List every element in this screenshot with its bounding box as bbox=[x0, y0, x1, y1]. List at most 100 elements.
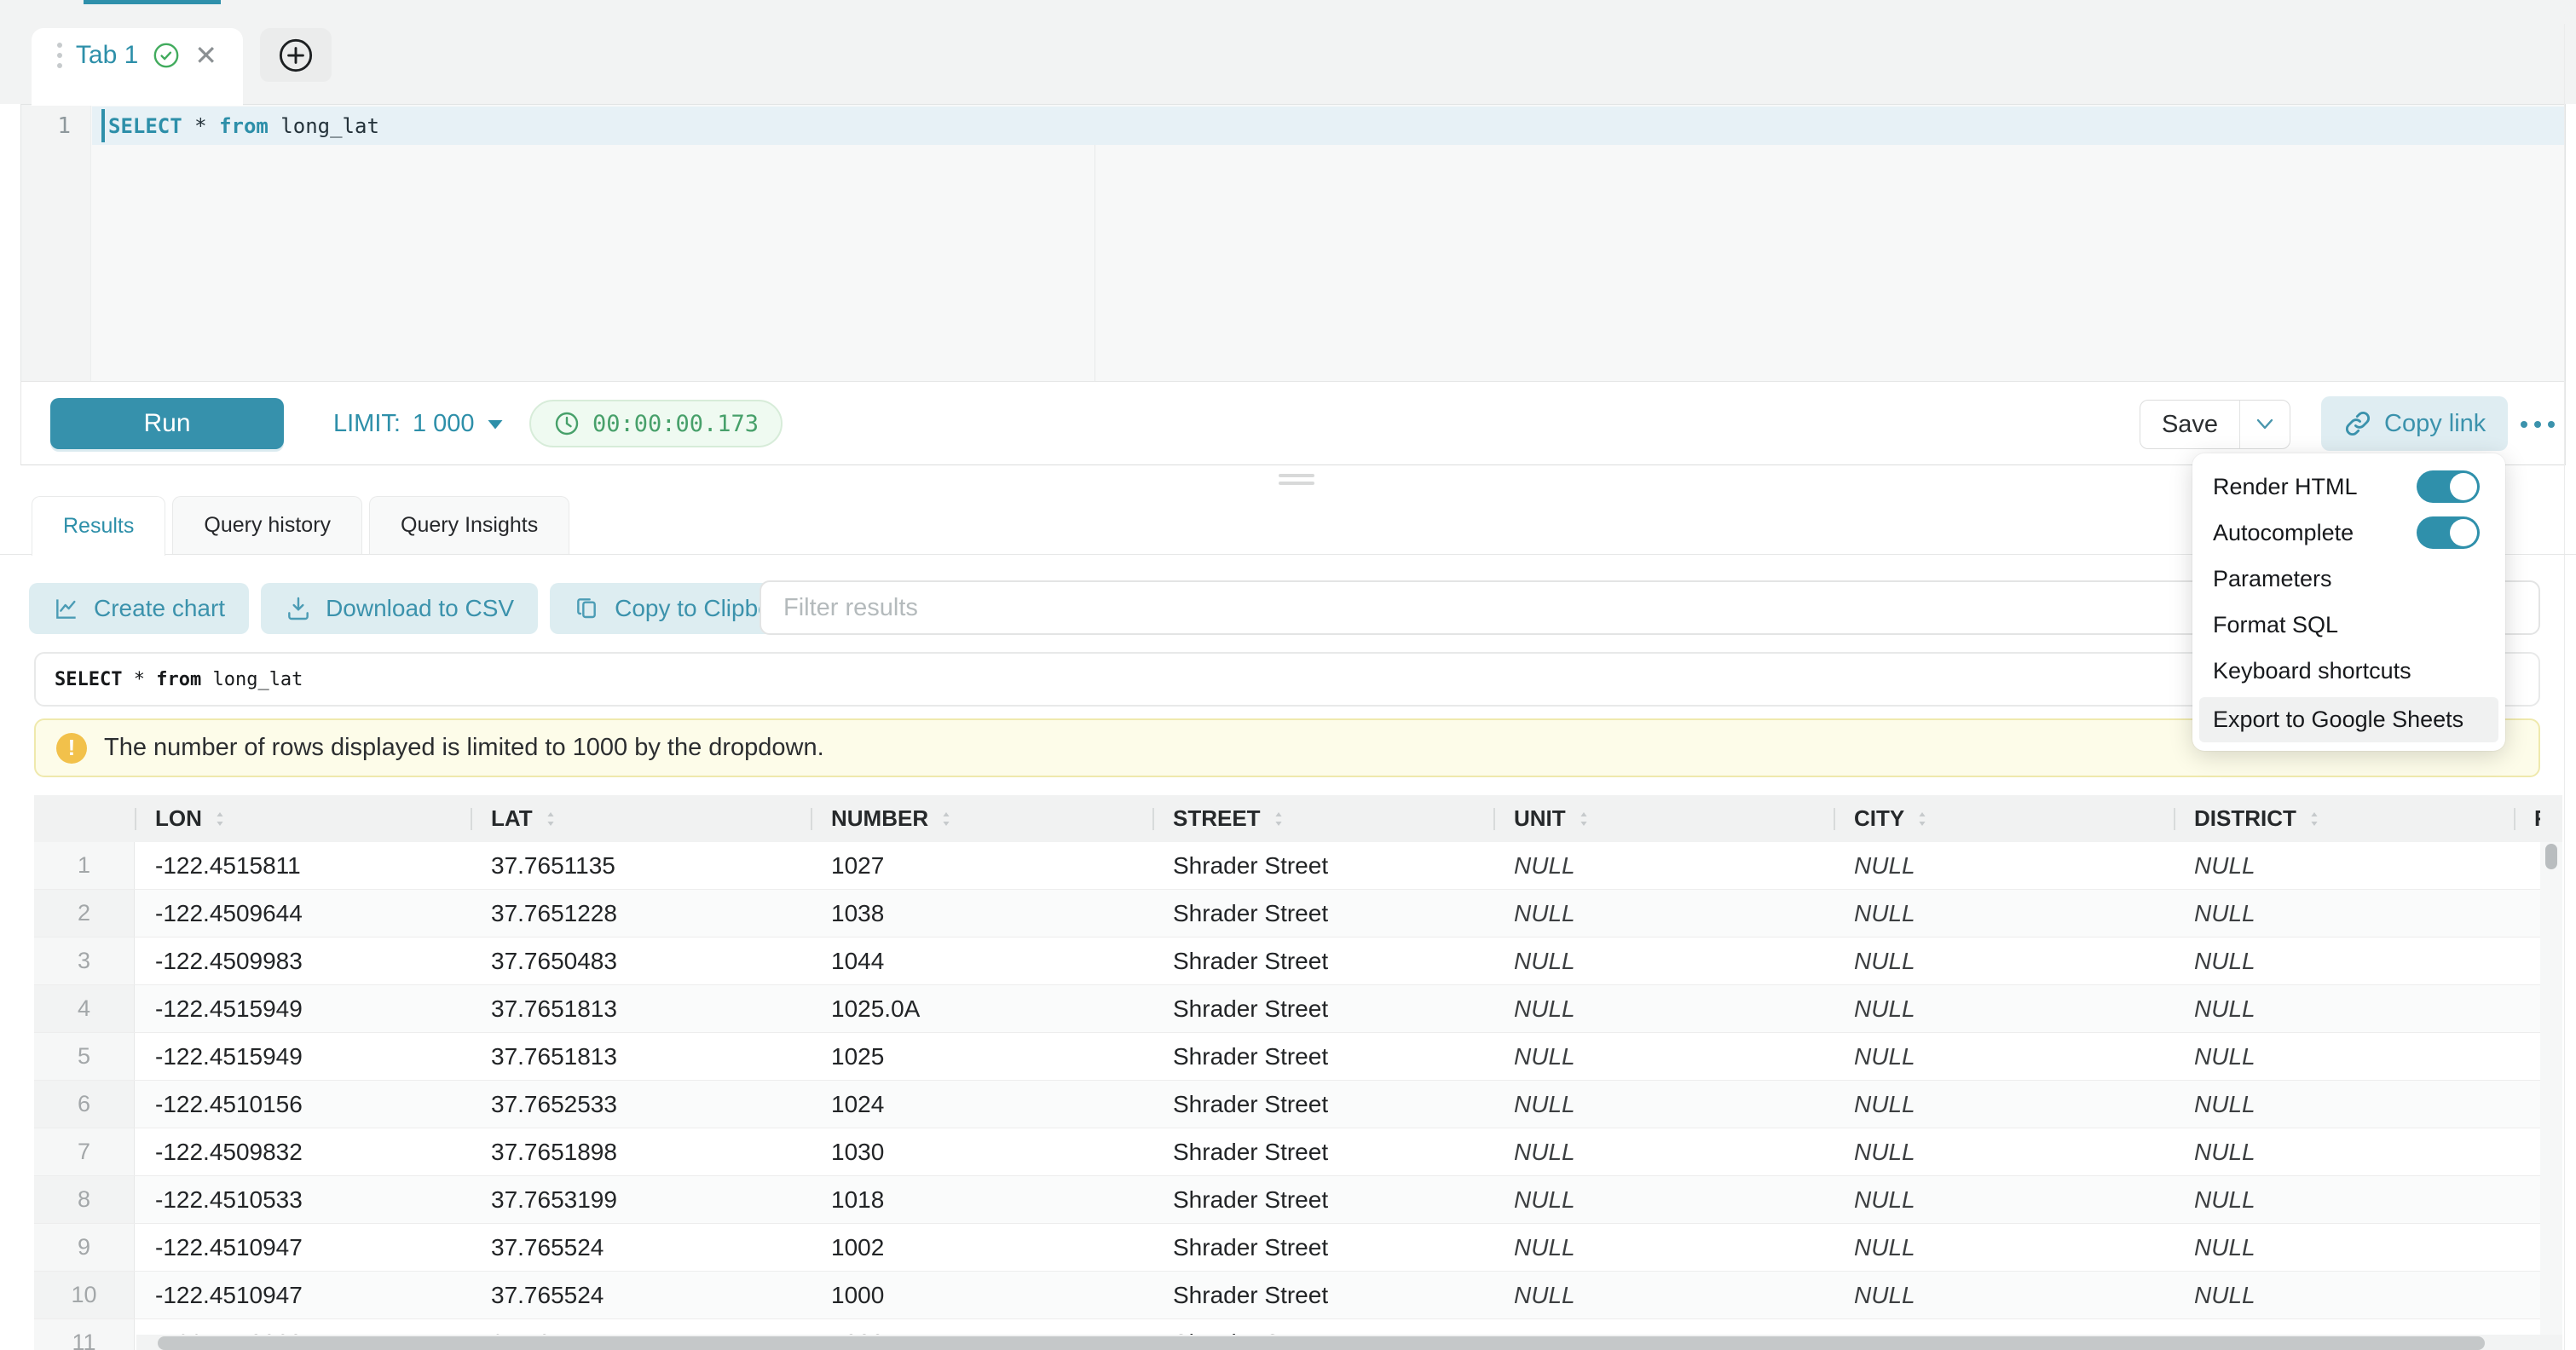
cell: NULL bbox=[2174, 985, 2514, 1032]
cell: NULL bbox=[1493, 1081, 1834, 1128]
cell: -122.4515949 bbox=[135, 1033, 471, 1080]
menu-item-render-html[interactable]: Render HTML bbox=[2199, 464, 2498, 510]
column-header-street[interactable]: STREET bbox=[1152, 795, 1493, 842]
run-button[interactable]: Run bbox=[50, 398, 284, 449]
cell bbox=[2514, 1033, 2540, 1080]
column-separator bbox=[2514, 808, 2515, 830]
save-button[interactable]: Save bbox=[2140, 401, 2239, 448]
ellipsis-icon bbox=[2521, 421, 2555, 428]
tab-drag-handle-icon[interactable] bbox=[57, 43, 62, 68]
sql-keyword: SELECT bbox=[55, 669, 122, 690]
menu-item-parameters[interactable]: Parameters bbox=[2199, 556, 2498, 602]
more-options-button[interactable] bbox=[2509, 406, 2567, 443]
sql-editor[interactable]: 1 SELECT * from long_lat bbox=[20, 104, 2566, 381]
cell: NULL bbox=[1493, 1128, 1834, 1175]
sql-text: long_lat bbox=[269, 114, 379, 138]
vertical-scrollbar-thumb[interactable] bbox=[2545, 844, 2557, 869]
copy-link-button[interactable]: Copy link bbox=[2321, 396, 2508, 451]
table-body: 1-122.451581137.76511351027Shrader Stree… bbox=[34, 842, 2540, 1350]
cell: NULL bbox=[1834, 1081, 2174, 1128]
chart-icon bbox=[53, 595, 80, 622]
cell: NULL bbox=[1493, 985, 1834, 1032]
column-separator bbox=[1152, 808, 1154, 830]
column-header-number[interactable]: NUMBER bbox=[811, 795, 1152, 842]
horizontal-scrollbar-thumb[interactable] bbox=[158, 1336, 2485, 1350]
column-header-lon[interactable]: LON bbox=[135, 795, 471, 842]
add-tab-button[interactable] bbox=[260, 28, 332, 82]
column-separator bbox=[2174, 808, 2175, 830]
panel-splitter-handle[interactable] bbox=[1279, 474, 1314, 486]
column-label: RE bbox=[2534, 805, 2540, 832]
limit-dropdown[interactable]: LIMIT: 1 000 bbox=[333, 382, 504, 466]
table-row: 5-122.451594937.76518131025Shrader Stree… bbox=[34, 1033, 2540, 1081]
toggle-autocomplete[interactable] bbox=[2417, 516, 2480, 549]
sort-icon[interactable] bbox=[545, 810, 557, 828]
column-header-district[interactable]: DISTRICT bbox=[2174, 795, 2514, 842]
column-header-unit[interactable]: UNIT bbox=[1493, 795, 1834, 842]
toggle-render-html[interactable] bbox=[2417, 470, 2480, 503]
sort-icon[interactable] bbox=[940, 810, 952, 828]
sort-icon[interactable] bbox=[1916, 810, 1928, 828]
horizontal-scrollbar[interactable] bbox=[136, 1335, 2562, 1350]
cell: -122.4515949 bbox=[135, 985, 471, 1032]
tab-query-history[interactable]: Query history bbox=[172, 496, 362, 554]
menu-item-format-sql[interactable]: Format SQL bbox=[2199, 602, 2498, 648]
vertical-scrollbar[interactable] bbox=[2540, 795, 2562, 1350]
row-number: 5 bbox=[34, 1033, 135, 1080]
table-row: 8-122.451053337.76531991018Shrader Stree… bbox=[34, 1176, 2540, 1224]
cell: -122.4510947 bbox=[135, 1224, 471, 1271]
cell: -122.4509644 bbox=[135, 890, 471, 937]
menu-item-autocomplete[interactable]: Autocomplete bbox=[2199, 510, 2498, 556]
tab-1[interactable]: Tab 1 ✕ bbox=[32, 28, 243, 104]
cell: 1024 bbox=[811, 1081, 1152, 1128]
column-header-rownum bbox=[34, 795, 135, 842]
cell: NULL bbox=[1493, 1176, 1834, 1223]
row-number: 6 bbox=[34, 1081, 135, 1128]
cell: Shrader Street bbox=[1152, 1224, 1493, 1271]
menu-item-label: Render HTML bbox=[2213, 474, 2358, 500]
menu-item-label: Parameters bbox=[2213, 566, 2332, 592]
executed-query-display: SELECT * from long_lat bbox=[34, 652, 2540, 707]
sql-text: long_lat bbox=[201, 669, 303, 690]
create-chart-button[interactable]: Create chart bbox=[29, 583, 249, 634]
menu-item-keyboard-shortcuts[interactable]: Keyboard shortcuts bbox=[2199, 648, 2498, 694]
column-header-lat[interactable]: LAT bbox=[471, 795, 811, 842]
sql-keyword: SELECT bbox=[108, 114, 182, 138]
menu-item-export-to-google-sheets[interactable]: Export to Google Sheets bbox=[2199, 697, 2498, 742]
sort-icon[interactable] bbox=[1578, 810, 1590, 828]
sort-icon[interactable] bbox=[214, 810, 226, 828]
cell: -122.4510533 bbox=[135, 1176, 471, 1223]
tab-query-insights[interactable]: Query Insights bbox=[369, 496, 569, 554]
cell: -122.4510156 bbox=[135, 1081, 471, 1128]
editor-toolbar: Run LIMIT: 1 000 00:00:00.173 Save bbox=[20, 381, 2566, 465]
cell: Shrader Street bbox=[1152, 890, 1493, 937]
cell: Shrader Street bbox=[1152, 985, 1493, 1032]
tab-close-icon[interactable]: ✕ bbox=[194, 42, 217, 69]
cell: NULL bbox=[2174, 842, 2514, 889]
cell: -122.4509983 bbox=[135, 938, 471, 984]
column-label: UNIT bbox=[1514, 805, 1566, 832]
cell: NULL bbox=[1493, 1272, 1834, 1318]
cell: NULL bbox=[1834, 938, 2174, 984]
results-panel: ResultsQuery historyQuery Insights Creat… bbox=[0, 490, 2576, 1350]
column-header-city[interactable]: CITY bbox=[1834, 795, 2174, 842]
tab-results[interactable]: Results bbox=[32, 496, 165, 556]
chevron-down-icon bbox=[2255, 418, 2275, 431]
cell: NULL bbox=[1834, 985, 2174, 1032]
cell: 37.7652533 bbox=[471, 1081, 811, 1128]
save-dropdown-button[interactable] bbox=[2239, 401, 2290, 448]
table-row: 2-122.450964437.76512281038Shrader Stree… bbox=[34, 890, 2540, 938]
code-line[interactable]: SELECT * from long_lat bbox=[108, 107, 379, 145]
clipboard-icon bbox=[574, 595, 601, 622]
cell: NULL bbox=[1834, 842, 2174, 889]
row-number: 1 bbox=[34, 842, 135, 889]
execution-timer: 00:00:00.173 bbox=[529, 400, 783, 447]
cell: NULL bbox=[1493, 842, 1834, 889]
column-separator bbox=[471, 808, 472, 830]
save-split-button: Save bbox=[2140, 400, 2290, 449]
sort-icon[interactable] bbox=[1273, 810, 1285, 828]
column-header-re[interactable]: RE bbox=[2514, 795, 2540, 842]
row-number: 3 bbox=[34, 938, 135, 984]
sort-icon[interactable] bbox=[2308, 810, 2320, 828]
download-to-csv-button[interactable]: Download to CSV bbox=[261, 583, 538, 634]
